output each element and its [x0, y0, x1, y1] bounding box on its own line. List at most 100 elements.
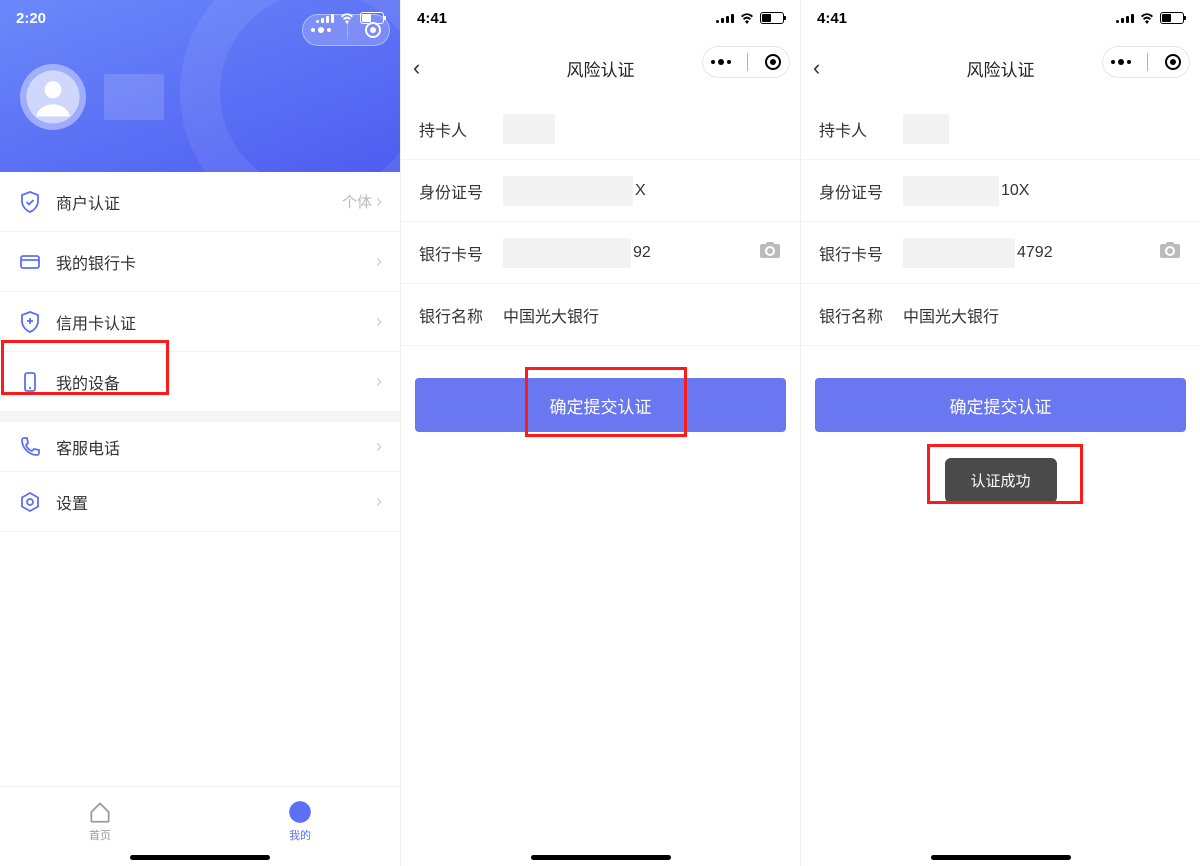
redacted-value: [503, 114, 555, 144]
redacted-value: [503, 238, 631, 268]
field-label: 身份证号: [419, 179, 503, 203]
chevron-right-icon: ›: [376, 191, 382, 212]
screen-profile: 2:20 商户认证 个体 › 我的银行卡 ›: [0, 0, 400, 866]
camera-icon[interactable]: [758, 240, 782, 265]
gear-hex-icon: [18, 490, 42, 514]
row-holder: 持卡人: [801, 98, 1200, 160]
menu-extra: 个体: [342, 191, 372, 212]
menu-creditcard-auth[interactable]: 信用卡认证 ›: [0, 292, 400, 352]
id-tail: X: [635, 182, 646, 200]
status-time: 4:41: [417, 10, 447, 27]
field-value: [503, 114, 782, 144]
tab-label: 我的: [289, 827, 311, 843]
miniprogram-capsule[interactable]: [702, 46, 790, 78]
id-tail: 10X: [1001, 182, 1029, 200]
wifi-icon: [1139, 12, 1155, 24]
page-title: 风险认证: [567, 56, 635, 81]
chevron-right-icon: ›: [376, 491, 382, 512]
card-icon: [18, 250, 42, 274]
menu-merchant-auth[interactable]: 商户认证 个体 ›: [0, 172, 400, 232]
menu-settings[interactable]: 设置 ›: [0, 472, 400, 532]
tab-bar: 首页 我的: [0, 786, 400, 866]
menu-label: 客服电话: [56, 435, 376, 459]
tab-label: 首页: [89, 827, 111, 843]
field-value: X: [503, 176, 782, 206]
miniprogram-capsule[interactable]: [1102, 46, 1190, 78]
camera-icon[interactable]: [1158, 240, 1182, 265]
chevron-right-icon: ›: [376, 371, 382, 392]
status-bar: 4:41: [801, 0, 1200, 36]
page-title: 风险认证: [967, 56, 1035, 81]
screen-risk-auth-success: 4:41 ‹ 风险认证 持卡人 身份证号 10X 银行卡号 4792 银行: [800, 0, 1200, 866]
shield-plus-icon: [18, 310, 42, 334]
back-button[interactable]: ‹: [413, 55, 420, 81]
auth-form: 持卡人 身份证号 10X 银行卡号 4792 银行名称 中国光大银行: [801, 98, 1200, 346]
close-target-icon[interactable]: [765, 54, 781, 70]
field-label: 持卡人: [819, 117, 903, 141]
success-toast: 认证成功: [944, 458, 1056, 503]
status-time: 2:20: [16, 10, 46, 27]
menu-label: 我的设备: [56, 370, 376, 394]
menu-label: 设置: [56, 490, 376, 514]
status-icons: [1116, 12, 1184, 24]
username-redacted: [104, 74, 164, 120]
card-tail: 92: [633, 244, 651, 262]
field-value: 10X: [903, 176, 1182, 206]
screen-risk-auth-form: 4:41 ‹ 风险认证 持卡人 身份证号 X 银行卡号 92 银行名称: [400, 0, 800, 866]
redacted-value: [503, 176, 633, 206]
signal-icon: [1116, 14, 1134, 23]
shield-check-icon: [18, 190, 42, 214]
redacted-value: [903, 238, 1015, 268]
row-bankcard[interactable]: 银行卡号 92: [401, 222, 800, 284]
submit-button[interactable]: 确定提交认证: [815, 378, 1186, 432]
close-target-icon[interactable]: [1165, 54, 1181, 70]
submit-label: 确定提交认证: [550, 393, 652, 418]
battery-icon: [760, 12, 784, 24]
mine-icon: [287, 799, 313, 825]
home-indicator: [931, 855, 1071, 860]
field-value: 中国光大银行: [903, 303, 1182, 327]
battery-icon: [1160, 12, 1184, 24]
status-bar: 4:41: [401, 0, 800, 36]
wifi-icon: [739, 12, 755, 24]
back-button[interactable]: ‹: [813, 55, 820, 81]
signal-icon: [716, 14, 734, 23]
field-label: 持卡人: [419, 117, 503, 141]
call-icon: [18, 435, 42, 459]
home-indicator: [531, 855, 671, 860]
chevron-right-icon: ›: [376, 251, 382, 272]
field-value: 中国光大银行: [503, 303, 782, 327]
close-target-icon[interactable]: [365, 22, 381, 38]
row-bankcard[interactable]: 银行卡号 4792: [801, 222, 1200, 284]
chevron-right-icon: ›: [376, 436, 382, 457]
submit-button[interactable]: 确定提交认证: [415, 378, 786, 432]
more-icon[interactable]: [711, 59, 731, 65]
field-value: 92: [503, 238, 758, 268]
card-tail: 4792: [1017, 244, 1053, 262]
menu-label: 商户认证: [56, 190, 342, 214]
field-label: 银行卡号: [419, 241, 503, 265]
toast-text: 认证成功: [970, 473, 1030, 490]
field-label: 银行名称: [819, 303, 903, 327]
auth-form: 持卡人 身份证号 X 银行卡号 92 银行名称 中国光大银行: [401, 98, 800, 346]
field-value: [903, 114, 1182, 144]
profile-header: 2:20: [0, 0, 400, 172]
phone-icon: [18, 370, 42, 394]
redacted-value: [903, 114, 949, 144]
menu-label: 信用卡认证: [56, 310, 376, 334]
menu-hotline[interactable]: 客服电话 ›: [0, 412, 400, 472]
avatar[interactable]: [20, 64, 86, 130]
submit-label: 确定提交认证: [950, 393, 1052, 418]
menu-device[interactable]: 我的设备 ›: [0, 352, 400, 412]
more-icon[interactable]: [311, 27, 331, 33]
row-bankname: 银行名称 中国光大银行: [401, 284, 800, 346]
miniprogram-capsule[interactable]: [302, 14, 390, 46]
field-label: 银行名称: [419, 303, 503, 327]
more-icon[interactable]: [1111, 59, 1131, 65]
home-indicator: [130, 855, 270, 860]
redacted-value: [903, 176, 999, 206]
menu-bankcard[interactable]: 我的银行卡 ›: [0, 232, 400, 292]
home-icon: [87, 799, 113, 825]
menu-label: 我的银行卡: [56, 250, 376, 274]
status-time: 4:41: [817, 10, 847, 27]
